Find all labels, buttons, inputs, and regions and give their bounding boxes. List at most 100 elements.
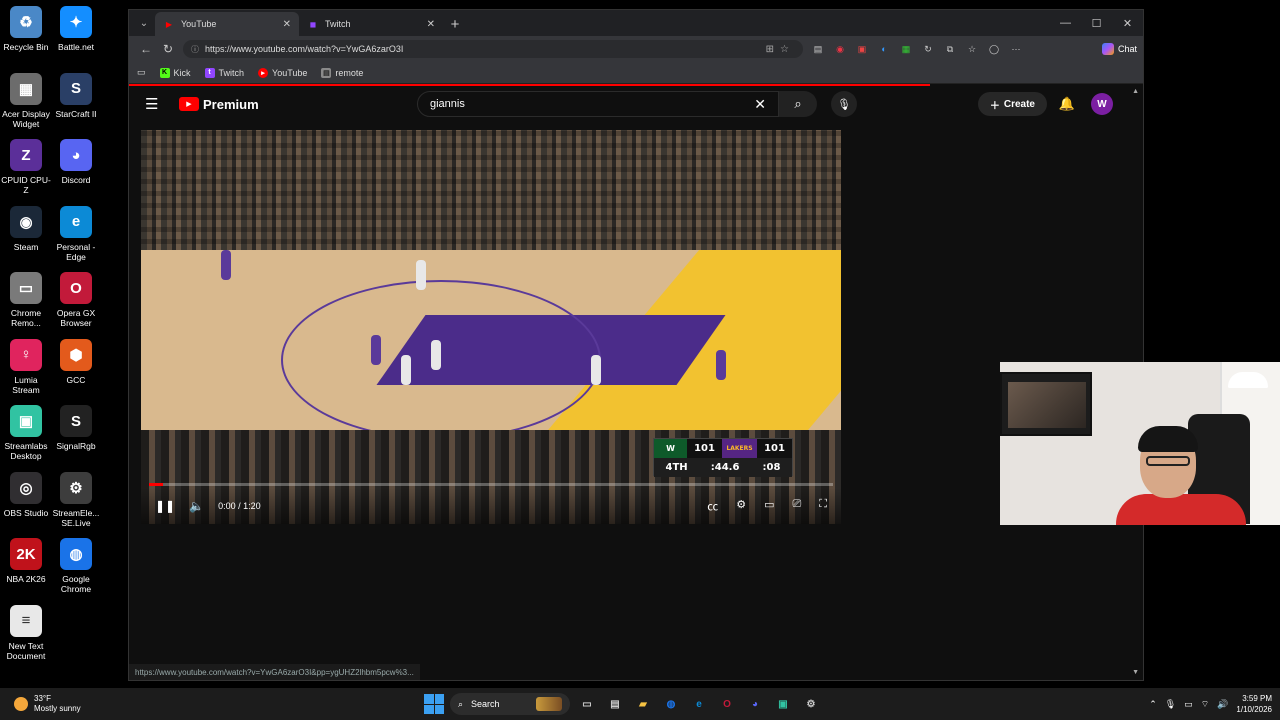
task-view-icon[interactable]: ▭ (576, 693, 598, 715)
seek-bar[interactable] (149, 483, 833, 486)
streamlabs-taskbar-icon[interactable]: ▣ (772, 693, 794, 715)
kick-icon: K (159, 67, 170, 78)
desktop-icon[interactable]: ✦ Battle.net (50, 6, 102, 52)
webcam-tv (1000, 372, 1092, 436)
desktop-icon[interactable]: S SignalRgb (50, 405, 102, 451)
volume-icon[interactable]: 🔈 (189, 499, 204, 513)
clear-search-icon[interactable]: ✕ (754, 96, 766, 113)
notifications-bell-icon[interactable]: 🔔 (1059, 96, 1075, 112)
youtube-premium-logo[interactable]: ▶ Premium (179, 97, 259, 112)
desktop-icon[interactable]: ◍ Google Chrome (50, 538, 102, 594)
pause-icon[interactable]: ❚❚ (155, 499, 175, 513)
search-button[interactable]: ⌕ (779, 91, 817, 117)
windows-start-icon[interactable] (424, 694, 444, 714)
desktop-icon-label: Acer Display Widget (2, 108, 50, 129)
extension-icon[interactable]: ▦ (899, 42, 913, 56)
desktop-icon[interactable]: S StarCraft II (50, 72, 102, 119)
speaker-icon[interactable]: 🔊 (1217, 699, 1228, 710)
desktop-icon[interactable]: O Opera GX Browser (50, 272, 102, 328)
settings-taskbar-icon[interactable]: ⚙ (800, 693, 822, 715)
search-highlight-image (536, 697, 562, 711)
subtitles-icon[interactable]: ㏄ (707, 498, 718, 514)
profile-icon[interactable]: ◯ (987, 42, 1001, 56)
tab-youtube[interactable]: ▶ YouTube ✕ (155, 12, 299, 36)
taskbar-search[interactable]: ⌕ Search (450, 693, 570, 715)
search-input[interactable]: giannis ✕ (417, 91, 779, 117)
video-player[interactable]: W 101 LAKERS 101 4TH :44.6 :08 ❚❚ 🔈 0:00… (141, 130, 841, 524)
minimize-icon[interactable]: — (1050, 10, 1081, 36)
desktop-icon[interactable]: ▭ Chrome Remo... (0, 272, 52, 328)
chat-button[interactable]: Chat (1101, 43, 1137, 55)
bookmark-remote[interactable]: ▤ remote (321, 67, 363, 78)
video-frame-player (371, 335, 381, 365)
desktop-icon[interactable]: Z CPUID CPU-Z (0, 139, 52, 195)
microphone-tray-icon[interactable]: 🎙 (1165, 699, 1176, 710)
close-tab-icon[interactable]: ✕ (283, 19, 291, 30)
menu-hamburger-icon[interactable]: ☰ (145, 95, 165, 113)
edge-taskbar-icon[interactable]: e (688, 693, 710, 715)
clock-time: 3:59 PM (1242, 694, 1272, 703)
extension-icon[interactable]: ◉ (833, 42, 847, 56)
desktop-icon[interactable]: ◎ OBS Studio (0, 471, 52, 518)
fullscreen-icon[interactable]: ⛶ (819, 498, 827, 514)
bookmark-twitch[interactable]: t Twitch (204, 67, 244, 78)
extension-icon[interactable]: ◐ (877, 42, 891, 56)
desktop-icon[interactable]: ◕ Discord (50, 139, 102, 185)
desktop-icon[interactable]: ♀ Lumia Stream (0, 338, 52, 395)
close-window-icon[interactable]: ✕ (1112, 10, 1143, 36)
weather-widget[interactable]: 33°F Mostly sunny (0, 694, 200, 714)
scroll-up-arrow-icon[interactable]: ▲ (1132, 88, 1139, 95)
extension-puzzle-icon[interactable]: ⧉ (943, 42, 957, 56)
desktop-icon-label: New Text Document (6, 640, 46, 661)
desktop-icon[interactable]: ◉ Steam (0, 205, 52, 252)
back-arrow-icon[interactable]: ← (135, 42, 157, 56)
refresh-extension-icon[interactable]: ↻ (921, 42, 935, 56)
desktop-icon[interactable]: 2K NBA 2K26 (0, 538, 52, 584)
desktop-app-icon: e (60, 205, 92, 238)
scroll-down-arrow-icon[interactable]: ▼ (1132, 669, 1139, 676)
webcam-overlay (1000, 362, 1280, 525)
display-tray-icon[interactable]: ▭ (1184, 699, 1193, 710)
reload-icon[interactable]: ↻ (157, 42, 179, 56)
desktop-icon[interactable]: ⚙ StreamEle... SE.Live (50, 471, 102, 528)
opera-gx-taskbar-icon[interactable]: O (716, 693, 738, 715)
bookmark-star-icon[interactable]: ⊞☆ (766, 44, 795, 55)
maximize-icon[interactable]: ☐ (1081, 10, 1112, 36)
chrome-taskbar-icon[interactable]: ◍ (660, 693, 682, 715)
favorites-icon[interactable]: ☆ (965, 42, 979, 56)
site-info-icon[interactable]: ⓘ (191, 44, 199, 55)
avatar[interactable]: W (1091, 93, 1113, 115)
desktop-icon[interactable]: ♻ Recycle Bin (0, 6, 52, 52)
settings-gear-icon[interactable]: ⚙ (736, 498, 746, 514)
widgets-icon[interactable]: ▤ (604, 693, 626, 715)
file-explorer-icon[interactable]: ▰ (632, 693, 654, 715)
desktop-icon[interactable]: ▦ Acer Display Widget (0, 72, 52, 129)
create-button[interactable]: ＋ Create (977, 92, 1047, 116)
network-icon[interactable]: ⌔ (1201, 699, 1209, 710)
discord-taskbar-icon[interactable]: ◕ (744, 693, 766, 715)
address-toolbar: ← ↻ ⓘ https://www.youtube.com/watch?v=Yw… (129, 36, 1143, 62)
tab-twitch[interactable]: ◼ Twitch ✕ (299, 12, 443, 36)
address-bar[interactable]: ⓘ https://www.youtube.com/watch?v=YwGA6z… (183, 40, 803, 58)
tray-chevron-icon[interactable]: ⌃ (1149, 699, 1157, 710)
desktop-app-icon: ◕ (60, 139, 92, 171)
desktop-icon[interactable]: ▣ Streamlabs Desktop (0, 405, 52, 461)
more-menu-icon[interactable]: ⋯ (1009, 42, 1023, 56)
bookmark-youtube[interactable]: ▸ YouTube (258, 67, 307, 78)
url-text: https://www.youtube.com/watch?v=YwGA6zar… (205, 44, 404, 54)
close-tab-icon[interactable]: ✕ (427, 19, 435, 30)
bookmark-kick[interactable]: K Kick (159, 67, 191, 78)
extension-icon[interactable]: ▣ (855, 42, 869, 56)
bookmarks-menu-icon[interactable]: ▭ (137, 67, 146, 78)
desktop-icon[interactable]: ≡ New Text Document (0, 604, 52, 661)
extension-icon[interactable]: ▤ (811, 42, 825, 56)
cast-icon[interactable]: ⎚ (792, 498, 801, 514)
desktop-icon[interactable]: e Personal - Edge (50, 205, 102, 262)
desktop-icon[interactable]: ⬢ GCC (50, 338, 102, 385)
miniplayer-icon[interactable]: ▭ (764, 498, 774, 514)
tab-actions-chevron-icon[interactable]: ⌄ (133, 12, 155, 34)
voice-search-button[interactable]: 🎙 (831, 91, 857, 117)
taskbar-clock[interactable]: 3:59 PM 1/10/2026 (1236, 693, 1272, 715)
new-tab-button[interactable]: + (443, 12, 467, 36)
webcam-person-hair (1138, 426, 1198, 452)
